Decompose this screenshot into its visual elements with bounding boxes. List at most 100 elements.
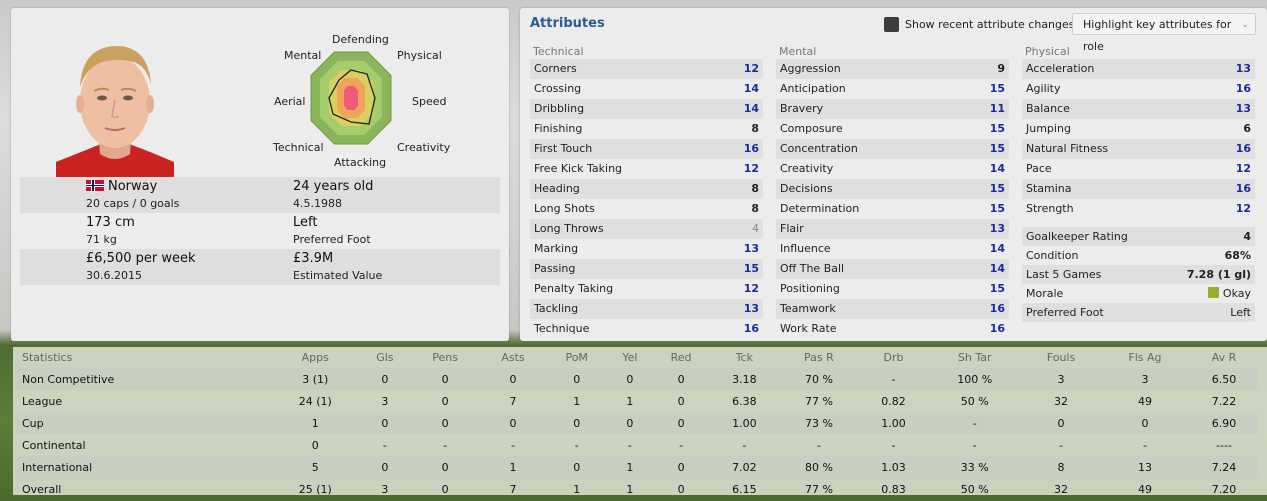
column-header[interactable]: Tck <box>710 347 778 368</box>
attribute-value: 11 <box>989 102 1005 115</box>
player-overview-panel: Defending Physical Speed Creativity Atta… <box>11 8 509 341</box>
column-header[interactable]: Av R <box>1190 347 1258 368</box>
attribute-row[interactable]: Positioning 15 <box>776 279 1009 299</box>
radar-label-defending: Defending <box>332 33 389 46</box>
column-header[interactable]: Drb <box>860 347 928 368</box>
stat-cell: - <box>627 438 632 452</box>
status-value: 4 <box>1243 230 1251 243</box>
highlight-attributes-dropdown[interactable]: Highlight key attributes for role ⌄ <box>1072 13 1256 53</box>
attribute-row[interactable]: Tackling 13 <box>530 299 763 319</box>
attribute-name: Strength <box>1026 202 1074 215</box>
attribute-row[interactable]: Acceleration 13 <box>1022 59 1255 79</box>
stat-cell: 0 <box>360 456 410 478</box>
nationality[interactable]: Norway <box>108 179 157 194</box>
table-row[interactable]: League 24 (1) 3 0 7 1 1 0 6.38 77 % 0.82 50 % 32 49 7.… <box>16 390 1258 412</box>
column-header[interactable]: Sh Tar <box>927 347 1022 368</box>
attribute-row[interactable]: Finishing 8 <box>530 119 763 139</box>
attribute-name: Crossing <box>534 82 582 95</box>
column-header[interactable]: Pens <box>410 347 481 368</box>
attribute-value: 12 <box>743 62 759 75</box>
preferred-foot-label: Preferred Foot <box>293 233 371 246</box>
morale-icon <box>1207 287 1219 298</box>
stat-cell: - <box>443 438 448 452</box>
radar-label-speed: Speed <box>412 95 447 108</box>
player-info-grid: Norway 20 caps / 0 goals 24 years old 4.… <box>20 177 500 285</box>
stat-cell: 0 <box>409 456 481 478</box>
attribute-row[interactable]: Influence 14 <box>776 239 1009 259</box>
stat-cell: 0 <box>360 412 410 434</box>
stat-cell: 73 % <box>778 412 860 434</box>
attribute-row[interactable]: Crossing 14 <box>530 79 763 99</box>
column-header[interactable]: Gls <box>360 347 409 368</box>
stat-cell: 100 % <box>927 368 1023 390</box>
column-header[interactable]: Pas R <box>778 347 859 368</box>
attribute-row[interactable]: Technique 16 <box>530 319 763 339</box>
status-name: Last 5 Games <box>1026 268 1102 281</box>
attribute-row[interactable]: Teamwork 16 <box>776 299 1009 319</box>
recent-changes-toggle[interactable]: Show recent attribute changes <box>884 17 1075 32</box>
attribute-row[interactable]: Natural Fitness 16 <box>1022 139 1255 159</box>
attribute-row[interactable]: Corners 12 <box>530 59 763 79</box>
stat-cell: 32 <box>1054 394 1069 408</box>
attribute-row[interactable]: Work Rate 16 <box>776 319 1009 339</box>
attribute-row[interactable]: Strength 12 <box>1022 199 1255 219</box>
attribute-row[interactable]: Passing 15 <box>530 259 763 279</box>
competition-name: Continental <box>22 438 86 452</box>
stat-cell: - <box>972 438 977 452</box>
attribute-row[interactable]: Decisions 15 <box>776 179 1009 199</box>
attribute-row[interactable]: Free Kick Taking 12 <box>530 159 763 179</box>
attribute-row[interactable]: Stamina 16 <box>1022 179 1255 199</box>
table-row[interactable]: Cup 1 0 0 0 0 0 0 1.00 73 % 1.00-0 0 6.90 <box>16 412 1258 434</box>
attribute-row[interactable]: Heading 8 <box>530 179 763 199</box>
table-row[interactable]: Non Competitive 3 (1) 0 0 0 0 0 0 3.18 70 % -100 %… <box>16 368 1258 390</box>
column-header[interactable]: Fls Ag <box>1100 347 1190 368</box>
attribute-row[interactable]: Long Shots 8 <box>530 199 763 219</box>
attribute-row[interactable]: First Touch 16 <box>530 139 763 159</box>
status-value-wrap: 68% <box>1225 246 1251 265</box>
stat-cell: 1.00 <box>859 412 928 434</box>
table-row[interactable]: Continental 0- - - - - - - - - - - - ---- <box>16 434 1258 456</box>
attribute-row[interactable]: Composure 15 <box>776 119 1009 139</box>
stat-cell: 70 % <box>778 368 860 390</box>
attribute-row[interactable]: Jumping 6 <box>1022 119 1255 139</box>
column-header[interactable]: Apps <box>270 347 360 368</box>
competition-name: International <box>16 456 271 478</box>
attribute-row[interactable]: Bravery 11 <box>776 99 1009 119</box>
attribute-name: Teamwork <box>780 302 836 315</box>
attribute-value: 13 <box>743 302 759 315</box>
column-header[interactable]: Fouls <box>1022 347 1100 368</box>
attribute-row[interactable]: Dribbling 14 <box>530 99 763 119</box>
attribute-row[interactable]: Concentration 15 <box>776 139 1009 159</box>
column-header[interactable]: PoM <box>545 347 608 368</box>
attribute-name: Balance <box>1026 102 1070 115</box>
checkbox[interactable] <box>884 17 899 32</box>
radar-label-creativity: Creativity <box>397 141 451 154</box>
attribute-row[interactable]: Anticipation 15 <box>776 79 1009 99</box>
attribute-row[interactable]: Determination 15 <box>776 199 1009 219</box>
stat-cell: - <box>1142 438 1147 452</box>
attribute-row[interactable]: Balance 13 <box>1022 99 1255 119</box>
attribute-value: 16 <box>1235 142 1251 155</box>
column-header[interactable]: Red <box>652 347 711 368</box>
stat-cell: 3.18 <box>710 368 779 390</box>
table-row[interactable]: Overall 25 (1) 3 0 7 1 1 0 6.15 77 % 0.83 50 % 32 49 7… <box>16 478 1258 500</box>
stat-cell: 0 <box>1099 412 1190 434</box>
column-header[interactable]: Yel <box>608 347 652 368</box>
column-header[interactable]: Asts <box>481 347 546 368</box>
mental-heading: Mental <box>779 45 817 58</box>
table-row[interactable]: International 5 0 0 1 0 1 0 7.02 80 % 1.03 33 % 8 13 7… <box>16 456 1258 478</box>
attribute-row[interactable]: Long Throws 4 <box>530 219 763 239</box>
attribute-row[interactable]: Aggression 9 <box>776 59 1009 79</box>
attribute-row[interactable]: Flair 13 <box>776 219 1009 239</box>
attribute-row[interactable]: Off The Ball 14 <box>776 259 1009 279</box>
attribute-row[interactable]: Penalty Taking 12 <box>530 279 763 299</box>
attribute-row[interactable]: Agility 16 <box>1022 79 1255 99</box>
stat-cell: 1 <box>626 482 634 496</box>
stat-cell: 24 (1) <box>298 394 332 408</box>
attribute-row[interactable]: Marking 13 <box>530 239 763 259</box>
attribute-row[interactable]: Pace 12 <box>1022 159 1255 179</box>
attribute-value: 16 <box>743 322 759 335</box>
stat-cell: 1 <box>573 482 581 496</box>
attribute-value: 15 <box>989 182 1005 195</box>
attribute-row[interactable]: Creativity 14 <box>776 159 1009 179</box>
